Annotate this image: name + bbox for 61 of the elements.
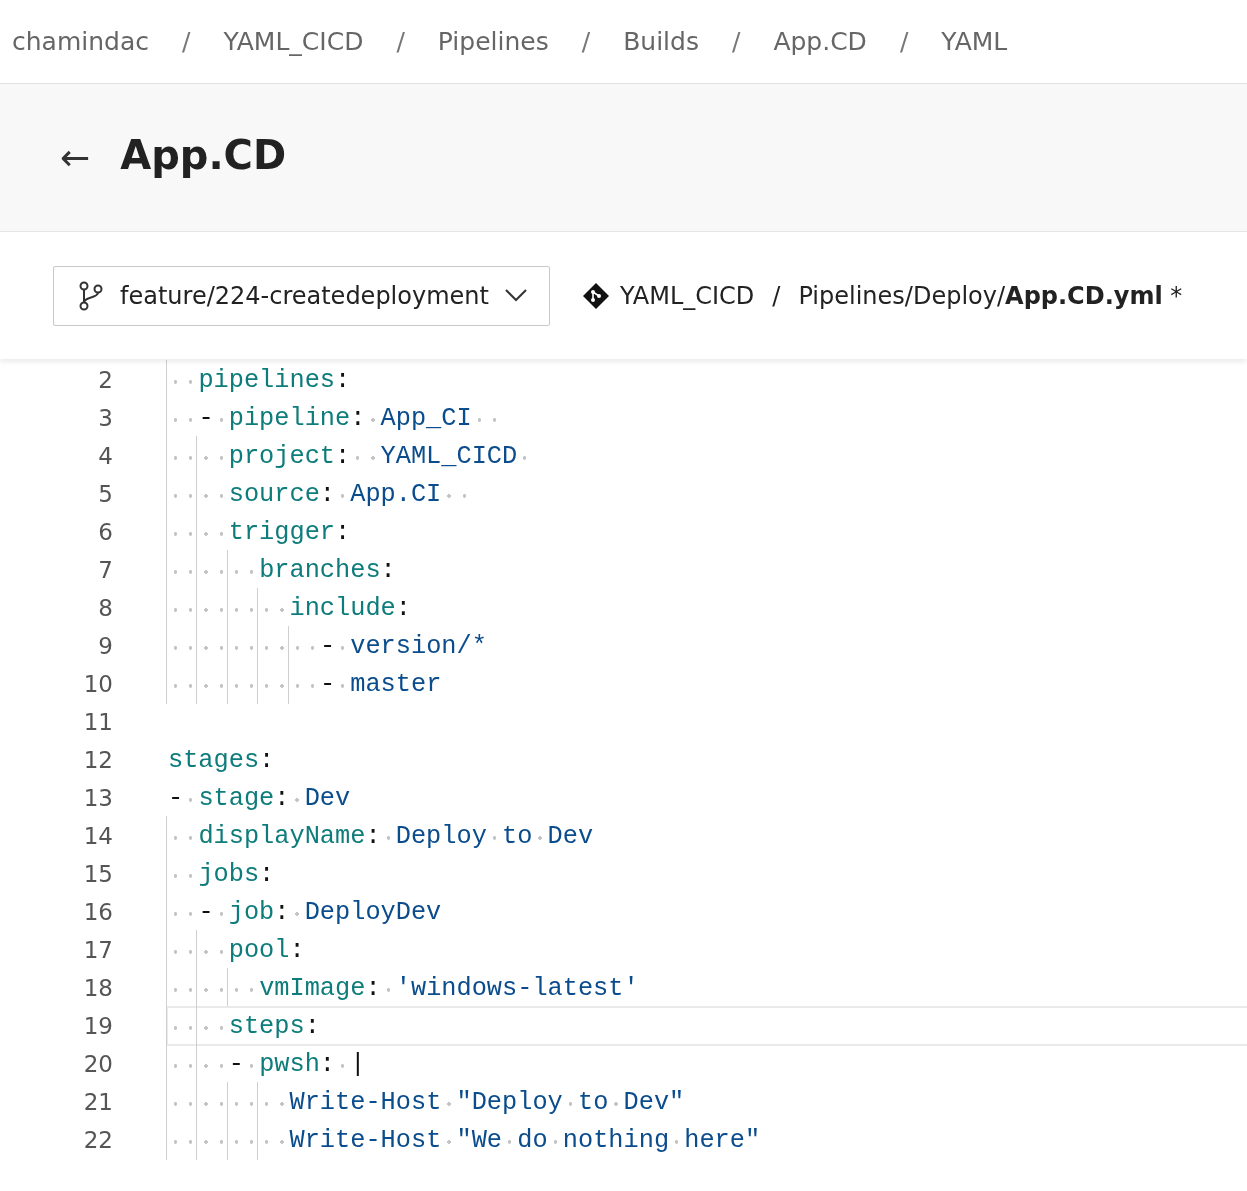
code-line: - pwsh: | <box>168 1049 366 1079</box>
code-line: Write-Host "Deploy to Dev" <box>168 1087 685 1117</box>
breadcrumb-link[interactable]: YAML_CICD <box>223 27 364 56</box>
line-number: 4 <box>97 443 113 469</box>
line-number: 10 <box>82 671 113 697</box>
line-number: 13 <box>82 785 113 811</box>
repository-name[interactable]: YAML_CICD <box>619 281 755 310</box>
line-number: 15 <box>82 861 113 887</box>
code-line: branches: <box>168 555 396 585</box>
line-number: 12 <box>82 747 113 773</box>
breadcrumb-link[interactable]: YAML <box>941 27 1008 56</box>
code-line: source: App.CI <box>168 479 472 509</box>
breadcrumb-separator: / <box>396 27 405 56</box>
line-number: 3 <box>97 405 113 431</box>
line-number: 21 <box>82 1089 113 1115</box>
line-number: 5 <box>97 481 113 507</box>
code-line: steps: <box>168 1011 320 1041</box>
line-number: 14 <box>82 823 113 849</box>
line-number: 19 <box>82 1013 113 1039</box>
code-line: - pipeline: App_CI <box>168 403 503 433</box>
code-line: project: YAML_CICD <box>168 441 533 471</box>
code-line: displayName: Deploy to Dev <box>168 821 594 851</box>
code-line: Write-Host "We do nothing here" <box>168 1125 761 1155</box>
line-number: 20 <box>82 1051 113 1077</box>
page-title: App.CD <box>120 131 287 178</box>
code-line: trigger: <box>168 517 351 547</box>
branch-icon <box>78 280 104 311</box>
back-button[interactable]: ← <box>60 137 91 178</box>
line-number: 6 <box>97 519 113 545</box>
breadcrumb-link[interactable]: chamindac <box>12 27 149 56</box>
breadcrumb-link[interactable]: App.CD <box>773 27 867 56</box>
line-number: 16 <box>82 899 113 925</box>
breadcrumb-link[interactable]: Pipelines <box>437 27 549 56</box>
code-line: pool: <box>168 935 305 965</box>
line-number: 18 <box>82 975 113 1001</box>
code-line: vmImage: 'windows-latest' <box>168 973 639 1003</box>
breadcrumb-separator: / <box>581 27 591 56</box>
code-line: - job: DeployDev <box>168 897 442 927</box>
code-line: - master <box>168 669 442 699</box>
code-line: jobs: <box>168 859 275 889</box>
line-number: 17 <box>82 937 113 963</box>
path-separator: / <box>772 281 781 310</box>
code-line: - version/* <box>168 631 487 661</box>
branch-dropdown[interactable]: feature/224-createdeployment <box>53 265 550 326</box>
breadcrumb-separator: / <box>899 27 909 56</box>
code-line: stages: <box>168 745 275 775</box>
line-number: 22 <box>82 1127 113 1153</box>
chevron-down-icon <box>504 289 527 302</box>
file-path: Pipelines/Deploy/App.CD.yml * <box>798 281 1183 310</box>
breadcrumb-separator: / <box>731 27 741 56</box>
code-line: pipelines: <box>168 365 351 395</box>
code-line: - stage: Dev <box>168 783 351 813</box>
git-repo-icon <box>581 281 610 310</box>
line-number: 8 <box>97 595 113 621</box>
breadcrumb-link[interactable]: Builds <box>623 27 699 56</box>
line-number: 9 <box>97 633 113 659</box>
breadcrumb-separator: / <box>182 27 191 56</box>
code-line: include: <box>168 593 411 623</box>
line-number: 2 <box>97 367 113 393</box>
line-number: 11 <box>82 709 113 735</box>
line-number: 7 <box>97 557 113 583</box>
